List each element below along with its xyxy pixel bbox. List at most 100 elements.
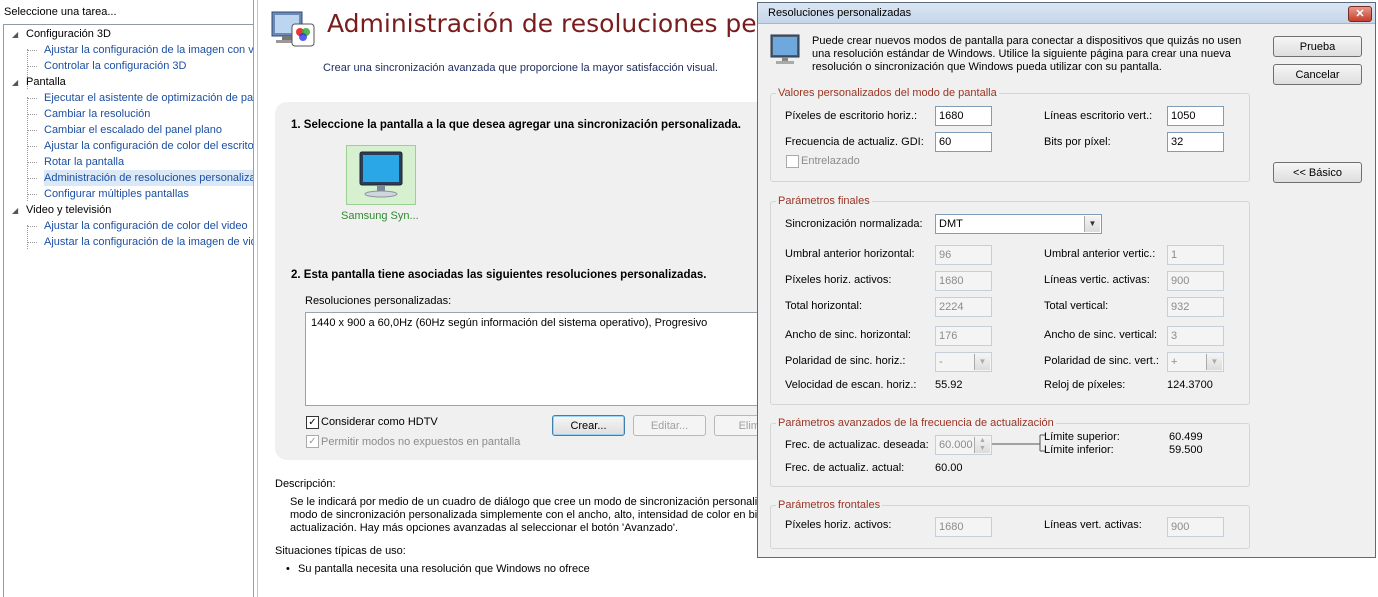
v-polarity-select[interactable]: + ▼ xyxy=(1167,352,1224,372)
delete-button[interactable]: Elimi xyxy=(714,415,758,436)
resolution-list-label: Resoluciones personalizadas: xyxy=(305,295,452,307)
tree-connector xyxy=(28,178,37,179)
tree-item-rotate[interactable]: Rotar la pantalla xyxy=(44,154,124,170)
dialog-intro-line: resolución o sincronización que Windows … xyxy=(812,61,1162,73)
sync-width-v-input[interactable]: 3 xyxy=(1167,326,1224,346)
nonexposed-label: Permitir modos no expuestos en pantalla xyxy=(321,436,521,448)
spinner-arrows-icon[interactable]: ▲ ▼ xyxy=(974,437,990,453)
task-tree: ◢ Configuración 3D Ajustar la configurac… xyxy=(3,24,253,597)
v-polarity-label: Polaridad de sinc. vert.: xyxy=(1044,355,1159,367)
refresh-input[interactable]: 60 xyxy=(935,132,992,152)
tree-item-video-color[interactable]: Ajustar la configuración de color del vi… xyxy=(44,218,248,234)
h-scan-value: 55.92 xyxy=(935,379,963,391)
actual-refresh-value: 60.00 xyxy=(935,462,963,474)
sync-width-h-label: Ancho de sinc. horizontal: xyxy=(785,329,911,341)
front-v-active-input[interactable]: 900 xyxy=(1167,517,1224,537)
front-v-active-label: Líneas vert. activas: xyxy=(1044,519,1142,531)
h-polarity-select[interactable]: - ▼ xyxy=(935,352,992,372)
tree-item-desktop-color[interactable]: Ajustar la configuración de color del es… xyxy=(44,138,253,154)
page-title: Administración de resoluciones personali… xyxy=(327,9,758,38)
tree-item-video-image[interactable]: Ajustar la configuración de la imagen de… xyxy=(44,234,253,250)
total-h-input[interactable]: 2224 xyxy=(935,297,992,317)
tree-connector xyxy=(28,114,37,115)
v-polarity-value: + xyxy=(1171,356,1178,368)
desired-refresh-label: Frec. de actualizac. deseada: xyxy=(785,439,929,451)
monitor-name: Samsung Syn... xyxy=(341,210,419,222)
dialog-intro-line: una resolución estándar de Windows. Util… xyxy=(812,48,1231,60)
nonexposed-checkbox[interactable]: ✓ xyxy=(306,435,319,448)
description-line: actualización. Hay más opciones avanzada… xyxy=(290,522,679,534)
v-lines-input[interactable]: 1050 xyxy=(1167,106,1224,126)
dialog-title: Resoluciones personalizadas xyxy=(768,7,912,19)
monitor-icon xyxy=(359,151,403,198)
hdtv-label: Considerar como HDTV xyxy=(321,416,438,428)
test-button[interactable]: Prueba xyxy=(1273,36,1362,57)
v-lines-label: Líneas escritorio vert.: xyxy=(1044,110,1153,122)
bracket-connector xyxy=(992,434,1046,452)
edit-button[interactable]: Editar... xyxy=(633,415,706,436)
lower-limit-label: Límite inferior: xyxy=(1044,444,1114,456)
front-porch-v-input[interactable]: 1 xyxy=(1167,245,1224,265)
chevron-down-icon[interactable]: ▼ xyxy=(1206,354,1222,370)
cancel-button[interactable]: Cancelar xyxy=(1273,64,1362,85)
tree-item-scaling[interactable]: Cambiar el escalado del panel plano xyxy=(44,122,222,138)
sync-width-h-input[interactable]: 176 xyxy=(935,326,992,346)
upper-limit-value: 60.499 xyxy=(1169,431,1203,443)
list-item[interactable]: 1440 x 900 a 60,0Hz (60Hz según informac… xyxy=(311,317,707,329)
expand-triangle-icon[interactable]: ◢ xyxy=(12,30,18,39)
tree-connector xyxy=(28,194,37,195)
total-h-label: Total horizontal: xyxy=(785,300,863,312)
refresh-label: Frecuencia de actualiz. GDI: xyxy=(785,136,924,148)
bpp-label: Bits por píxel: xyxy=(1044,136,1111,148)
group-advanced-label: Parámetros avanzados de la frecuencia de… xyxy=(776,417,1056,429)
interlaced-checkbox[interactable] xyxy=(786,155,799,168)
dialog-titlebar[interactable]: Resoluciones personalizadas ✕ xyxy=(758,3,1375,24)
expand-triangle-icon[interactable]: ◢ xyxy=(12,78,18,87)
tree-item-multiple-displays[interactable]: Configurar múltiples pantallas xyxy=(44,186,189,202)
tree-category-display[interactable]: Pantalla xyxy=(26,74,66,90)
h-pixels-input[interactable]: 1680 xyxy=(935,106,992,126)
bpp-input[interactable]: 32 xyxy=(1167,132,1224,152)
desired-refresh-spinner[interactable]: 60.000 ▲ ▼ xyxy=(935,435,992,455)
tree-item-custom-resolutions[interactable]: Administración de resoluciones personali… xyxy=(44,170,253,186)
description-header: Descripción: xyxy=(275,478,336,490)
h-pixels-label: Píxeles de escritorio horiz.: xyxy=(785,110,918,122)
tree-connector xyxy=(27,97,28,201)
tree-connector xyxy=(28,242,37,243)
pixel-clock-label: Reloj de píxeles: xyxy=(1044,379,1126,391)
close-icon[interactable]: ✕ xyxy=(1348,6,1372,22)
main-panel: Administración de resoluciones personali… xyxy=(257,0,758,597)
timing-value: DMT xyxy=(939,218,963,230)
front-porch-h-input[interactable]: 96 xyxy=(935,245,992,265)
create-button[interactable]: Crear... xyxy=(552,415,625,436)
tree-category-video[interactable]: Video y televisión xyxy=(26,202,111,218)
active-h-input[interactable]: 1680 xyxy=(935,271,992,291)
chevron-down-icon[interactable]: ▼ xyxy=(974,354,990,370)
expand-triangle-icon[interactable]: ◢ xyxy=(12,206,18,215)
total-v-input[interactable]: 932 xyxy=(1167,297,1224,317)
monitor-tile[interactable] xyxy=(346,145,416,205)
hdtv-checkbox[interactable]: ✓ xyxy=(306,416,319,429)
dialog-intro-line: Puede crear nuevos modos de pantalla par… xyxy=(812,35,1242,47)
tree-category-3d[interactable]: Configuración 3D xyxy=(26,26,111,42)
active-v-input[interactable]: 900 xyxy=(1167,271,1224,291)
task-panel-header: Seleccione una tarea... xyxy=(4,6,117,18)
step2-heading: 2. Esta pantalla tiene asociadas las sig… xyxy=(291,269,707,281)
timing-select[interactable]: DMT ▼ xyxy=(935,214,1102,234)
tree-connector xyxy=(28,226,37,227)
tree-item-manage-3d[interactable]: Controlar la configuración 3D xyxy=(44,58,186,74)
tree-item-change-resolution[interactable]: Cambiar la resolución xyxy=(44,106,150,122)
tree-item-wizard[interactable]: Ejecutar el asistente de optimización de… xyxy=(44,90,253,106)
resolution-list[interactable]: 1440 x 900 a 60,0Hz (60Hz según informac… xyxy=(305,312,758,406)
chevron-down-icon[interactable]: ▼ xyxy=(1084,216,1100,232)
basic-button[interactable]: << Básico xyxy=(1273,162,1362,183)
tree-connector xyxy=(27,225,28,249)
upper-limit-label: Límite superior: xyxy=(1044,431,1120,443)
front-h-active-label: Píxeles horiz. activos: xyxy=(785,519,892,531)
front-h-active-input[interactable]: 1680 xyxy=(935,517,992,537)
usage-item: Su pantalla necesita una resolución que … xyxy=(298,563,590,575)
h-polarity-value: - xyxy=(939,356,943,368)
tree-item-image-settings[interactable]: Ajustar la configuración de la imagen co… xyxy=(44,42,253,58)
desired-refresh-value: 60.000 xyxy=(939,439,973,451)
front-porch-h-label: Umbral anterior horizontal: xyxy=(785,248,915,260)
